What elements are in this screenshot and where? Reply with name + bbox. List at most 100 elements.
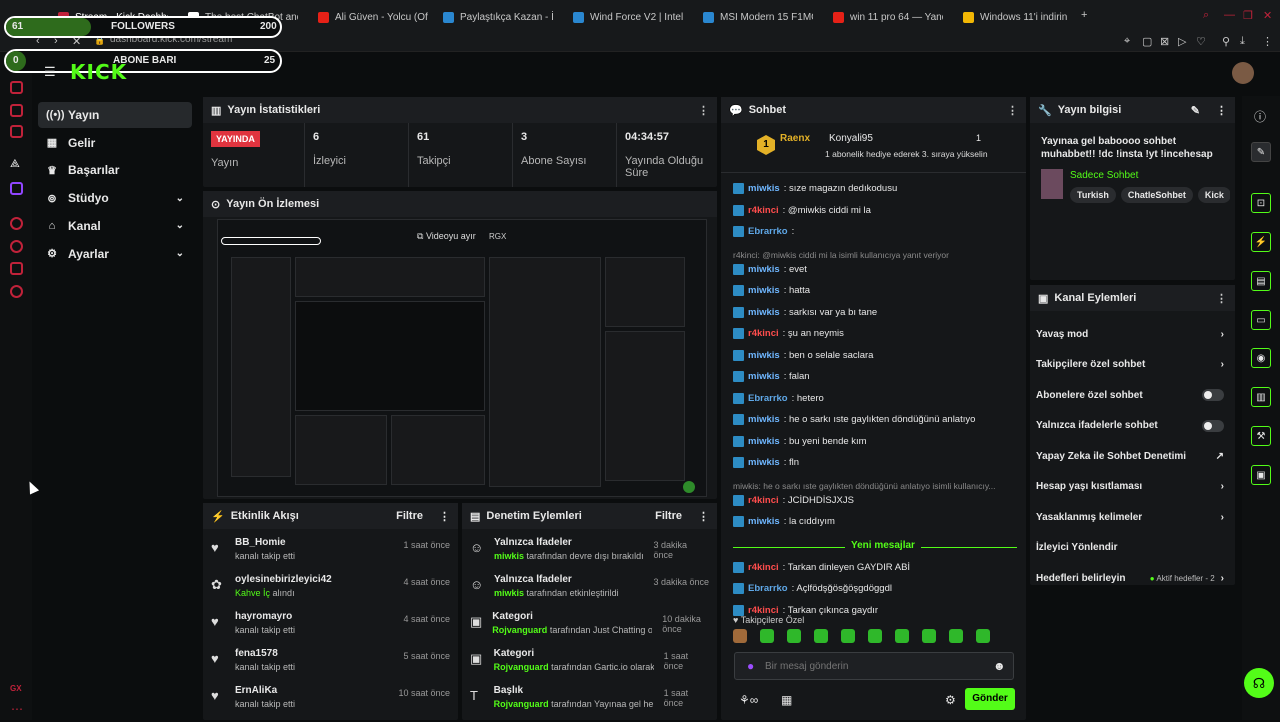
chat-message[interactable]: r4kinci: @miwkis ciddi mi la xyxy=(733,204,871,216)
chat-message[interactable]: Ebrarrko: hetero xyxy=(733,392,824,404)
chat-message[interactable]: r4kinci: JCİDHDİSJXJS xyxy=(733,494,854,506)
chat-username[interactable]: miwkis xyxy=(748,436,780,447)
send-button[interactable]: Gönder xyxy=(965,688,1015,710)
emote-icon[interactable] xyxy=(760,629,774,643)
list-item[interactable]: ♥ hayromayro kanalı takip etti 4 saat önce xyxy=(203,611,458,648)
moderation-filter-button[interactable]: Filtre xyxy=(655,510,682,522)
emoji-icon[interactable]: ☻ xyxy=(993,659,1006,673)
chat-message[interactable]: r4kinci: Tarkan dinleyen GAYDIR ABİ xyxy=(733,561,910,573)
chat-username[interactable]: r4kinci xyxy=(748,562,779,573)
chat-username[interactable]: miwkis xyxy=(748,264,780,275)
channel-action-item[interactable]: Abonelere özel sohbet xyxy=(1036,380,1224,410)
emote-icon[interactable] xyxy=(895,629,909,643)
list-item[interactable]: T Başlık Rojvanguard tarafından Yayınaa ge… xyxy=(462,685,717,722)
list-item[interactable]: ♥ ErnAliKa kanalı takip etti 10 saat önce xyxy=(203,685,458,722)
bookmark-icon[interactable]: ▢ xyxy=(1142,35,1152,48)
chat-message[interactable]: miwkis: hatta xyxy=(733,285,810,296)
edit-tool-button[interactable]: ✎ xyxy=(1251,142,1271,162)
activity-filter-button[interactable]: Filtre xyxy=(396,510,423,522)
block-icon[interactable]: ⊠ xyxy=(1160,35,1169,48)
viewer-name[interactable]: Konyali95 xyxy=(829,133,873,144)
channel-action-item[interactable]: Hedefleri belirleyin ● Aktif hedefler - 2… xyxy=(1036,563,1224,593)
browser-tab[interactable]: Ali Güven - Yolcu (Off xyxy=(318,6,428,28)
focus-tool-button[interactable]: ⊡ xyxy=(1251,193,1271,213)
gx-messenger-icon[interactable] xyxy=(10,104,23,117)
chat-username[interactable]: miwkis xyxy=(748,307,780,318)
chat-message[interactable]: r4kinci: Tarkan çıkınca gaydır xyxy=(733,604,878,616)
chat-username[interactable]: miwkis xyxy=(748,183,780,194)
kick-rail-icon[interactable]: ⟁ xyxy=(10,158,20,171)
chat-settings-icon[interactable]: ⚙ xyxy=(945,693,956,707)
list-item[interactable]: ♥ fena1578 kanalı takip etti 5 saat önce xyxy=(203,648,458,685)
emote-icon[interactable] xyxy=(949,629,963,643)
gx-music-icon[interactable] xyxy=(10,125,23,138)
channel-actions-menu-icon[interactable]: ⋮ xyxy=(1216,292,1227,305)
chat-message[interactable]: r4kinci: şu an neymis xyxy=(733,328,844,339)
account-icon[interactable]: ⚲ xyxy=(1222,35,1230,48)
info-icon[interactable]: ⓘ xyxy=(1254,108,1266,125)
sidebar-item-stüdyo[interactable]: ⊚ Stüdyo ⌄ xyxy=(38,185,192,211)
list-item[interactable]: ✿ oylesinebirizleyici42 Kahve İç alındı 4 s… xyxy=(203,574,458,611)
chat-message[interactable]: miwkis: bu yeni bende kım xyxy=(733,435,867,447)
chat-input[interactable]: ● ☻ xyxy=(734,652,1014,680)
list-item[interactable]: ♥ BB_Homie kanalı takip etti 1 saat önce xyxy=(203,537,458,574)
chat-username[interactable]: Ebrarrko xyxy=(748,393,788,404)
layout-tool-button[interactable]: ▥ xyxy=(1251,387,1271,407)
emote-icon[interactable] xyxy=(922,629,936,643)
chat-menu-icon[interactable]: ⋮ xyxy=(1007,104,1018,117)
chat-message[interactable]: miwkis: falan xyxy=(733,371,810,382)
stream-preview[interactable]: ⧉ Videoyu ayır RGX xyxy=(217,219,707,497)
download-icon[interactable]: ⤓ xyxy=(1240,35,1245,48)
detach-video-button[interactable]: ⧉ Videoyu ayır xyxy=(417,231,476,242)
chat-username[interactable]: miwkis xyxy=(748,371,780,382)
chat-username[interactable]: miwkis xyxy=(748,457,780,468)
sidebar-item-başarılar[interactable]: ♛ Başarılar xyxy=(38,157,192,183)
chat-message[interactable]: miwkis: evet xyxy=(733,263,807,275)
broadcast-tool-button[interactable]: ◉ xyxy=(1251,348,1271,368)
tag-chip[interactable]: Kick xyxy=(1197,187,1230,203)
maximize-icon[interactable]: ❐ xyxy=(1243,9,1253,22)
stream-info-menu-icon[interactable]: ⋮ xyxy=(1216,104,1227,117)
channel-action-item[interactable]: Yasaklanmış kelimeler › xyxy=(1036,502,1224,532)
edit-icon[interactable]: ✎ xyxy=(1191,104,1200,117)
sidebar-item-ayarlar[interactable]: ⚙ Ayarlar ⌄ xyxy=(38,241,192,267)
chat-tool-button[interactable]: ▭ xyxy=(1251,310,1271,330)
channel-action-item[interactable]: Hesap yaşı kısıtlaması › xyxy=(1036,472,1224,502)
pin-icon[interactable]: ⌖ xyxy=(1124,35,1130,48)
emote-icon[interactable] xyxy=(868,629,882,643)
category-link[interactable]: Sadece Sohbet xyxy=(1070,170,1138,181)
wrench-tool-button[interactable]: ⚒ xyxy=(1251,426,1271,446)
top-gifter-name[interactable]: Raenx xyxy=(780,133,810,144)
moderation-menu-icon[interactable]: ⋮ xyxy=(698,510,709,523)
extensions-icon[interactable] xyxy=(10,262,23,275)
settings-rail-icon[interactable] xyxy=(10,285,23,298)
channel-action-item[interactable]: Yalnızca ifadelerle sohbet xyxy=(1036,411,1224,441)
browser-tab[interactable]: MSI Modern 15 F1MG-63 xyxy=(703,6,813,28)
browser-tab[interactable]: Wind Force V2 | Intel i5-1 xyxy=(573,6,683,28)
chat-message[interactable]: miwkis: fln xyxy=(733,457,799,468)
store-icon[interactable]: ▦ xyxy=(781,693,792,707)
chat-message-field[interactable] xyxy=(765,657,985,675)
tag-chip[interactable]: ChatleSohbet xyxy=(1120,187,1193,203)
channel-action-item[interactable]: Yavaş mod › xyxy=(1036,319,1224,349)
chat-message[interactable]: Ebrarrko: Açlfödşğösğöşgdöggdl xyxy=(733,583,892,594)
chat-username[interactable]: miwkis xyxy=(748,285,780,296)
list-item[interactable]: ▣ Kategori Rojvanguard tarafından Just Cha… xyxy=(462,611,717,648)
play-icon[interactable]: ▷ xyxy=(1178,35,1186,48)
more-icon[interactable]: ⋯ xyxy=(11,702,23,716)
chat-message[interactable]: Ebrarrko: xyxy=(733,226,794,237)
sidebar-item-gelir[interactable]: ▦ Gelir xyxy=(38,130,192,156)
browser-tab[interactable]: Windows 11'i indirin xyxy=(963,6,1073,28)
chat-username[interactable]: miwkis xyxy=(748,516,780,527)
mic-icon[interactable]: ● xyxy=(747,659,754,673)
activity-menu-icon[interactable]: ⋮ xyxy=(439,510,450,523)
avatar[interactable] xyxy=(1232,62,1254,84)
gx-player-icon[interactable] xyxy=(10,217,23,230)
history-icon[interactable] xyxy=(10,240,23,253)
bolt-tool-button[interactable]: ⚡ xyxy=(1251,232,1271,252)
sidebar-item-kanal[interactable]: ⌂ Kanal ⌄ xyxy=(38,213,192,239)
list-item[interactable]: ▣ Kategori Rojvanguard tarafından Gartic.i… xyxy=(462,648,717,685)
emote-icon[interactable] xyxy=(733,629,747,643)
chat-username[interactable]: Ebrarrko xyxy=(748,226,788,237)
panel-tool-button[interactable]: ▣ xyxy=(1251,465,1271,485)
